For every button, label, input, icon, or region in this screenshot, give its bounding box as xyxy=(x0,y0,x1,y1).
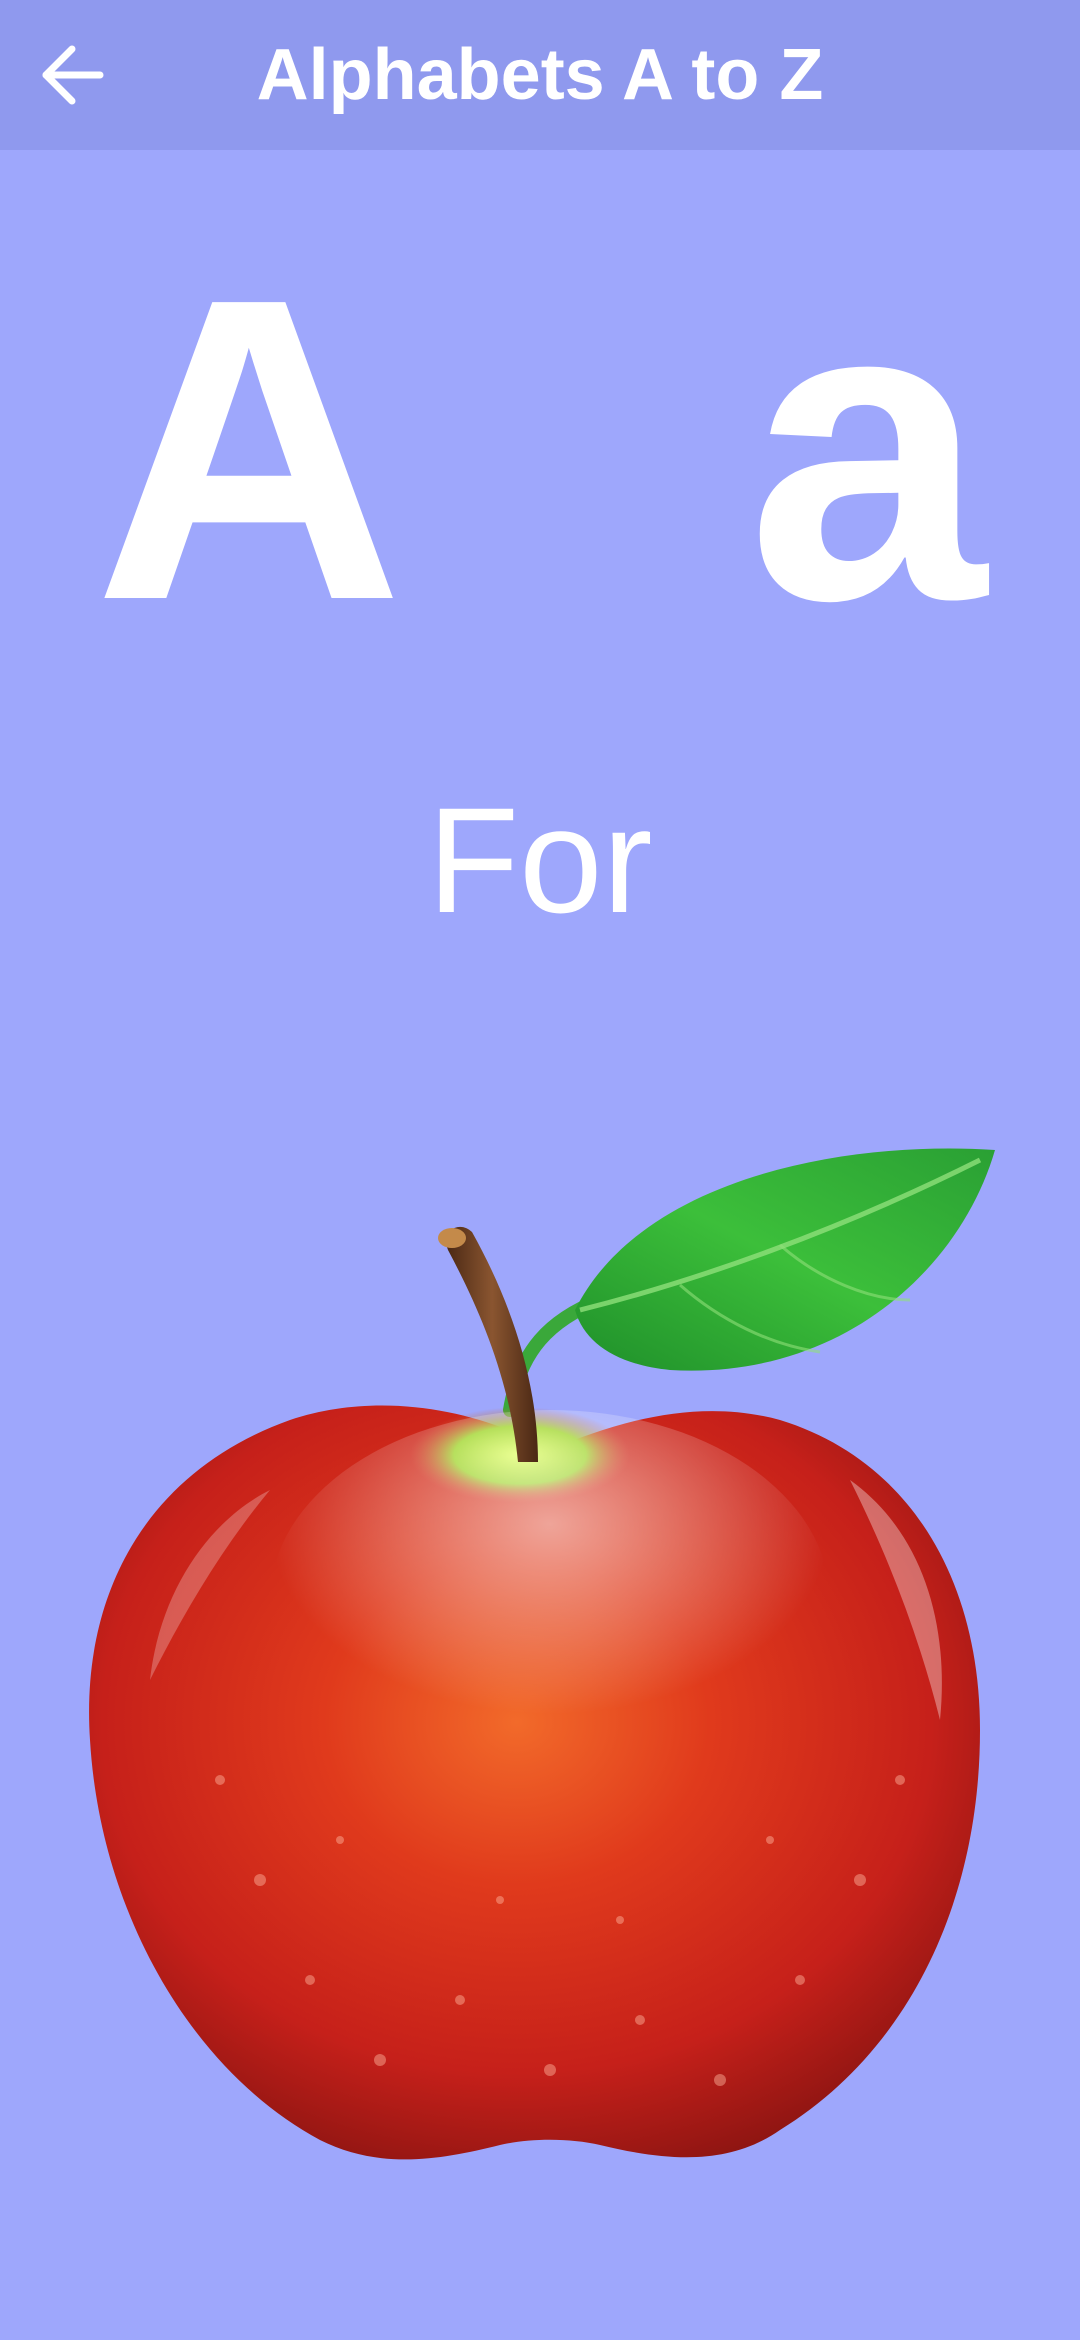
page-title: Alphabets A to Z xyxy=(256,35,824,115)
arrow-left-icon xyxy=(42,45,104,105)
connector-text: For xyxy=(427,776,653,944)
lowercase-letter: a xyxy=(747,210,987,690)
apple-icon xyxy=(89,1148,995,2160)
letter-display: A a xyxy=(0,230,1080,670)
uppercase-letter: A xyxy=(93,210,389,690)
back-button[interactable] xyxy=(28,30,118,120)
app-bar: Alphabets A to Z xyxy=(0,0,1080,150)
